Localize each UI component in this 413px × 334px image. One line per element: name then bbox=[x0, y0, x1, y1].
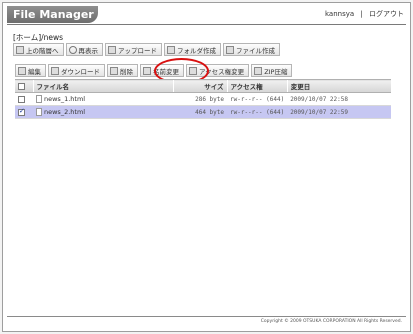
refresh-icon bbox=[68, 45, 77, 54]
header-separator: | bbox=[360, 10, 363, 18]
header-divider bbox=[7, 24, 406, 25]
download-button[interactable]: ダウンロード bbox=[48, 64, 105, 77]
folder-create-icon bbox=[167, 45, 175, 54]
zip-icon bbox=[254, 66, 263, 75]
breadcrumb: [ホーム]/news bbox=[13, 33, 64, 42]
rename-icon bbox=[143, 66, 151, 75]
toolbar-row-2: 編集 ダウンロード 削除 名前変更 アクセス権変更 ZIP圧縮 bbox=[15, 64, 294, 77]
change-permission-button[interactable]: アクセス権変更 bbox=[186, 64, 250, 77]
row-check-cell[interactable] bbox=[15, 105, 33, 119]
row-check-cell[interactable] bbox=[15, 92, 33, 106]
refresh-button[interactable]: 再表示 bbox=[65, 43, 103, 56]
table-header-row: ファイル名 サイズ アクセス権 変更日 bbox=[15, 79, 391, 93]
app-title: File Manager bbox=[7, 6, 98, 23]
row-checkbox[interactable] bbox=[18, 95, 25, 103]
file-table: ファイル名 サイズ アクセス権 変更日 news_1.html 286 byte… bbox=[15, 79, 391, 119]
col-permission[interactable]: アクセス権 bbox=[226, 79, 288, 93]
size-cell: 464 byte bbox=[173, 105, 227, 119]
filename: news_2.html bbox=[44, 108, 86, 116]
modified-cell: 2009/10/07 22:59 bbox=[287, 105, 391, 119]
rename-button[interactable]: 名前変更 bbox=[140, 64, 184, 77]
file-icon bbox=[36, 95, 42, 103]
table-row[interactable]: news_2.html 464 byte rw-r--r-- (644) 200… bbox=[15, 105, 391, 119]
up-folder-icon bbox=[16, 45, 24, 54]
toolbar-row-1: 上の階層へ 再表示 アップロード フォルダ作成 ファイル作成 bbox=[13, 43, 282, 56]
filename-cell[interactable]: news_2.html bbox=[33, 105, 173, 119]
zip-button[interactable]: ZIP圧縮 bbox=[251, 64, 293, 77]
file-icon bbox=[36, 108, 42, 116]
permission-cell: rw-r--r-- (644) bbox=[227, 105, 288, 119]
permission-icon bbox=[189, 66, 197, 75]
col-size[interactable]: サイズ bbox=[172, 79, 227, 93]
logout-link[interactable]: ログアウト bbox=[369, 10, 404, 18]
upload-button[interactable]: アップロード bbox=[105, 43, 162, 56]
filename-cell[interactable]: news_1.html bbox=[33, 92, 173, 106]
upload-icon bbox=[108, 45, 116, 54]
rename-label: 名前変更 bbox=[153, 67, 179, 76]
table-row[interactable]: news_1.html 286 byte rw-r--r-- (644) 200… bbox=[15, 92, 391, 106]
create-file-button[interactable]: ファイル作成 bbox=[223, 43, 280, 56]
create-folder-button[interactable]: フォルダ作成 bbox=[164, 43, 221, 56]
refresh-label: 再表示 bbox=[78, 46, 99, 55]
download-icon bbox=[51, 66, 59, 75]
user-area: kannsya | ログアウト bbox=[325, 9, 404, 19]
delete-button[interactable]: 削除 bbox=[107, 64, 138, 77]
modified-cell: 2009/10/07 22:58 bbox=[287, 92, 391, 106]
col-modified[interactable]: 変更日 bbox=[286, 79, 391, 93]
change-permission-label: アクセス権変更 bbox=[199, 67, 245, 76]
permission-cell: rw-r--r-- (644) bbox=[227, 92, 288, 106]
download-label: ダウンロード bbox=[61, 67, 100, 76]
file-manager-window: File Manager kannsya | ログアウト [ホーム]/news … bbox=[2, 2, 411, 332]
select-all-cell[interactable] bbox=[15, 79, 33, 93]
footer-divider bbox=[7, 316, 406, 317]
copyright: Copyright © 2009 OTSUKA CORPORATION All … bbox=[260, 319, 402, 324]
create-folder-label: フォルダ作成 bbox=[177, 46, 216, 55]
file-create-icon bbox=[226, 45, 234, 54]
filename: news_1.html bbox=[44, 95, 86, 103]
edit-label: 編集 bbox=[28, 67, 41, 76]
up-level-button[interactable]: 上の階層へ bbox=[13, 43, 64, 56]
delete-icon bbox=[110, 66, 118, 75]
row-checkbox[interactable] bbox=[18, 107, 25, 116]
col-filename[interactable]: ファイル名 bbox=[32, 79, 173, 93]
zip-label: ZIP圧縮 bbox=[264, 67, 288, 76]
select-all-checkbox[interactable] bbox=[18, 82, 25, 90]
up-level-label: 上の階層へ bbox=[26, 46, 59, 55]
create-file-label: ファイル作成 bbox=[236, 46, 275, 55]
delete-label: 削除 bbox=[120, 67, 133, 76]
upload-label: アップロード bbox=[118, 46, 157, 55]
edit-icon bbox=[18, 66, 26, 75]
size-cell: 286 byte bbox=[173, 92, 227, 106]
edit-button[interactable]: 編集 bbox=[15, 64, 46, 77]
username: kannsya bbox=[324, 10, 355, 18]
